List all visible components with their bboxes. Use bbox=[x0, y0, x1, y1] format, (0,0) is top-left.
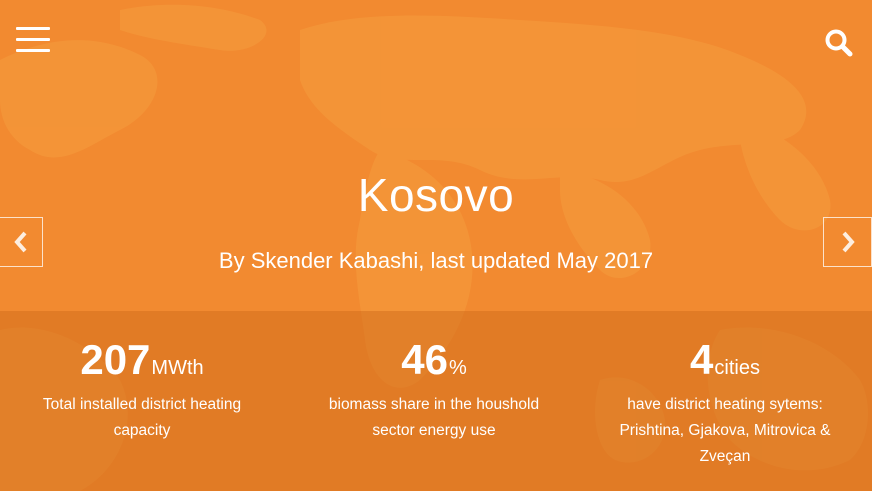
stat-value: 4 bbox=[690, 336, 714, 383]
stat-value-row: 46% bbox=[289, 334, 579, 386]
stat-cities: 4cities have district heating sytems: Pr… bbox=[580, 334, 870, 470]
stat-description: Total installed district heating capacit… bbox=[42, 396, 242, 439]
stat-biomass-share: 46% biomass share in the houshold sector… bbox=[289, 334, 579, 444]
menu-icon-bar bbox=[16, 38, 50, 41]
menu-icon-bar bbox=[16, 27, 50, 30]
search-button[interactable] bbox=[824, 28, 854, 58]
stat-capacity: 207MWth Total installed district heating… bbox=[0, 334, 287, 444]
hero-banner: Kosovo By Skender Kabashi, last updated … bbox=[0, 0, 872, 491]
search-icon bbox=[825, 29, 853, 57]
stat-unit: MWth bbox=[151, 357, 204, 379]
page-title: Kosovo bbox=[357, 169, 515, 221]
stat-value: 46 bbox=[401, 336, 448, 383]
stat-description: biomass share in the houshold sector ene… bbox=[328, 396, 540, 439]
menu-icon-bar bbox=[16, 49, 50, 52]
stat-value: 207 bbox=[80, 336, 151, 383]
stat-unit: cities bbox=[714, 357, 760, 379]
stat-unit: % bbox=[448, 357, 467, 379]
page-subtitle: By Skender Kabashi, last updated May 201… bbox=[218, 248, 654, 273]
menu-button[interactable] bbox=[16, 26, 50, 54]
stat-description: have district heating sytems: Prishtina,… bbox=[619, 396, 831, 465]
stat-value-row: 4cities bbox=[580, 334, 870, 386]
stat-value-row: 207MWth bbox=[0, 334, 287, 386]
